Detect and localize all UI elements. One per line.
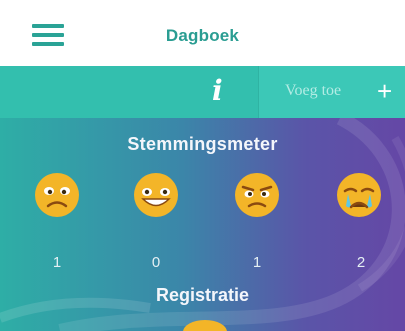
crying-face-icon xyxy=(337,173,381,217)
mood-count-crying: 2 xyxy=(356,254,366,271)
sad-face-icon xyxy=(35,173,79,217)
angry-face-icon xyxy=(235,173,279,217)
mood-count-happy: 0 xyxy=(151,254,161,271)
app-header: Dagboek xyxy=(0,0,405,66)
page-title: Dagboek xyxy=(165,26,240,45)
happy-face-icon xyxy=(134,173,178,217)
info-button[interactable]: i xyxy=(198,66,258,118)
mood-item-angry[interactable] xyxy=(234,172,280,218)
mood-item-sad[interactable] xyxy=(34,172,80,218)
add-entry-label: Voeg toe xyxy=(285,82,342,99)
add-entry-button[interactable]: Voeg toe + xyxy=(258,66,405,118)
mood-item-happy[interactable] xyxy=(133,172,179,218)
partial-face-icon xyxy=(183,320,227,331)
mood-count-sad: 1 xyxy=(52,254,62,271)
mood-meter-heading: Stemmingsmeter xyxy=(127,134,278,154)
info-icon: i xyxy=(212,74,223,107)
plus-icon: + xyxy=(377,76,393,106)
registration-heading: Registratie xyxy=(155,285,250,305)
mood-count-angry: 1 xyxy=(252,254,262,271)
mood-item-crying[interactable] xyxy=(336,172,382,218)
mood-panel: Stemmingsmeter 1 0 1 2 Registratie xyxy=(0,118,405,331)
